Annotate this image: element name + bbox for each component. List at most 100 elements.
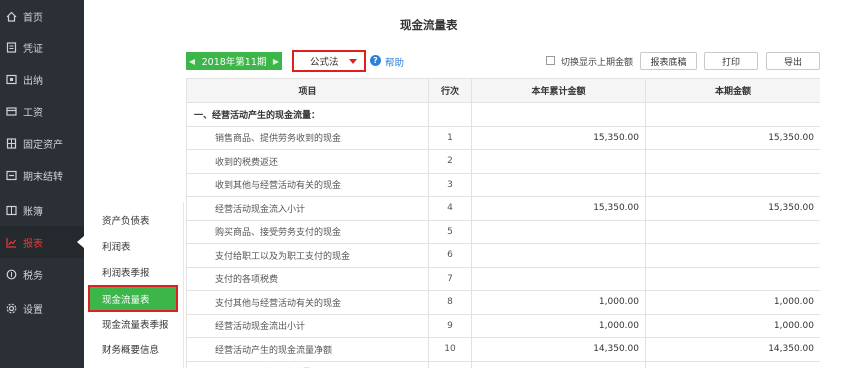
nav-label: 凭证 xyxy=(23,43,43,55)
table-row: 购买商品、接受劳务支付的现金 5 xyxy=(186,219,820,244)
submenu-label: 财务概要信息 xyxy=(102,345,160,356)
nav-item-salary[interactable]: 工资 xyxy=(0,95,84,127)
nav-item-period-end[interactable]: 期末结转 xyxy=(0,159,84,191)
nav-label: 报表 xyxy=(23,238,43,250)
ledger-icon xyxy=(5,204,17,216)
row-line-no: 1 xyxy=(428,125,472,150)
nav-label: 首页 xyxy=(23,12,43,24)
table-row: 支付给职工以及为职工支付的现金 6 xyxy=(186,243,820,268)
prev-period-icon[interactable]: ◀ xyxy=(186,57,198,66)
row-ytd-amount[interactable] xyxy=(471,360,646,368)
col-header-item: 项目 xyxy=(186,78,429,103)
table-row: 销售商品、提供劳务收到的现金 1 15,350.00 15,350.00 xyxy=(186,125,820,150)
row-item-name: 经营活动现金流入小计 xyxy=(186,196,429,221)
report-template-button[interactable]: 报表底稿 xyxy=(640,52,697,70)
table-row: 支付的各项税费 7 xyxy=(186,266,820,291)
row-ytd-amount[interactable]: 14,350.00 xyxy=(471,337,646,362)
submenu-label: 利润表季报 xyxy=(102,268,150,279)
row-ytd-amount[interactable] xyxy=(471,243,646,268)
submenu-label: 利润表 xyxy=(102,242,131,253)
report-submenu: 资产负债表 利润表 利润表季报 现金流量表 现金流量表季报 财务概要信息 xyxy=(84,202,184,368)
row-period-amount[interactable] xyxy=(645,172,820,197)
nav-item-settings[interactable]: 设置 xyxy=(0,292,84,324)
nav-label: 出纳 xyxy=(23,75,43,87)
table-row: 经营活动产生的现金流量净额 10 14,350.00 14,350.00 xyxy=(186,337,820,362)
nav-item-home[interactable]: 首页 xyxy=(0,0,84,32)
row-ytd-amount[interactable] xyxy=(471,172,646,197)
period-selector: ◀ 2018年第11期 ▶ xyxy=(186,52,282,70)
table-row: 收到的税费返还 2 xyxy=(186,149,820,174)
row-ytd-amount[interactable] xyxy=(471,266,646,291)
nav-label: 账簿 xyxy=(23,206,43,218)
row-period-amount[interactable]: 1,000.00 xyxy=(645,313,820,338)
fixed-assets-icon xyxy=(5,137,17,149)
row-ytd-amount[interactable]: 15,350.00 xyxy=(471,125,646,150)
row-period-amount[interactable] xyxy=(645,149,820,174)
settings-icon xyxy=(5,302,17,314)
cashier-icon xyxy=(5,73,17,85)
nav-item-ledger[interactable]: 账簿 xyxy=(0,194,84,226)
row-ytd-amount[interactable] xyxy=(471,219,646,244)
submenu-item-income-statement[interactable]: 利润表 xyxy=(88,234,178,258)
submenu-item-balance-sheet[interactable]: 资产负债表 xyxy=(88,208,178,232)
help-icon[interactable]: ? xyxy=(370,55,381,66)
submenu-item-cash-flow[interactable]: 现金流量表 xyxy=(88,285,178,312)
row-period-amount[interactable] xyxy=(645,102,820,127)
help-link[interactable]: 帮助 xyxy=(385,55,404,69)
row-period-amount[interactable]: 15,350.00 xyxy=(645,196,820,221)
nav-label: 设置 xyxy=(23,304,43,316)
home-icon xyxy=(5,10,17,22)
period-end-icon xyxy=(5,169,17,181)
nav-item-report[interactable]: 报表 xyxy=(0,226,84,258)
submenu-item-income-quarterly[interactable]: 利润表季报 xyxy=(88,260,178,284)
nav-item-voucher[interactable]: 凭证 xyxy=(0,31,84,63)
toolbar: ◀ 2018年第11期 ▶ 公式法 ? 帮助 切换显示上期金额 报表底稿 打印 … xyxy=(186,50,826,72)
report-icon xyxy=(5,236,17,248)
active-caret xyxy=(77,236,84,248)
submenu-label: 现金流量表 xyxy=(102,294,150,306)
show-prev-checkbox[interactable] xyxy=(546,56,555,65)
table-row: 支付其他与经营活动有关的现金 8 1,000.00 1,000.00 xyxy=(186,290,820,315)
row-period-amount[interactable]: 1,000.00 xyxy=(645,290,820,315)
method-select[interactable]: 公式法 xyxy=(292,50,366,72)
print-button[interactable]: 打印 xyxy=(704,52,758,70)
row-item-name: 支付的各项税费 xyxy=(186,266,429,291)
row-period-amount[interactable]: 14,350.00 xyxy=(645,337,820,362)
nav-item-fixed-assets[interactable]: 固定资产 xyxy=(0,127,84,159)
row-ytd-amount[interactable]: 1,000.00 xyxy=(471,290,646,315)
nav-item-tax[interactable]: 税务 xyxy=(0,258,84,290)
table-row: 二、投资活动产生的现金流量： xyxy=(186,360,820,368)
col-header-period: 本期金额 xyxy=(645,78,820,103)
row-line-no: 3 xyxy=(428,172,472,197)
row-period-amount[interactable]: 15,350.00 xyxy=(645,125,820,150)
export-button[interactable]: 导出 xyxy=(766,52,820,70)
page-title: 现金流量表 xyxy=(400,18,458,32)
row-ytd-amount[interactable]: 15,350.00 xyxy=(471,196,646,221)
next-period-icon[interactable]: ▶ xyxy=(270,57,282,66)
col-header-line: 行次 xyxy=(428,78,472,103)
row-period-amount[interactable] xyxy=(645,266,820,291)
col-header-ytd: 本年累计金额 xyxy=(471,78,646,103)
row-period-amount[interactable] xyxy=(645,360,820,368)
row-period-amount[interactable] xyxy=(645,219,820,244)
submenu-item-financial-summary[interactable]: 财务概要信息 xyxy=(88,337,178,361)
row-item-name: 购买商品、接受劳务支付的现金 xyxy=(186,219,429,244)
row-item-name: 收到其他与经营活动有关的现金 xyxy=(186,172,429,197)
row-ytd-amount[interactable] xyxy=(471,149,646,174)
row-item-name: 支付给职工以及为职工支付的现金 xyxy=(186,243,429,268)
row-line-no: 4 xyxy=(428,196,472,221)
cash-flow-table: 项目 行次 本年累计金额 本期金额 一、经营活动产生的现金流量： 销售商品、提供劳… xyxy=(186,78,820,368)
row-line-no: 2 xyxy=(428,149,472,174)
nav-label: 期末结转 xyxy=(23,171,63,183)
row-ytd-amount[interactable] xyxy=(471,102,646,127)
submenu-label: 资产负债表 xyxy=(102,216,150,227)
table-row: 经营活动现金流出小计 9 1,000.00 1,000.00 xyxy=(186,313,820,338)
row-line-no: 7 xyxy=(428,266,472,291)
row-item-name: 二、投资活动产生的现金流量： xyxy=(186,360,429,368)
row-period-amount[interactable] xyxy=(645,243,820,268)
row-ytd-amount[interactable]: 1,000.00 xyxy=(471,313,646,338)
nav-item-cashier[interactable]: 出纳 xyxy=(0,63,84,95)
table-row: 一、经营活动产生的现金流量： xyxy=(186,102,820,127)
period-label: 2018年第11期 xyxy=(201,57,267,68)
submenu-item-cash-flow-quarterly[interactable]: 现金流量表季报 xyxy=(88,312,178,336)
